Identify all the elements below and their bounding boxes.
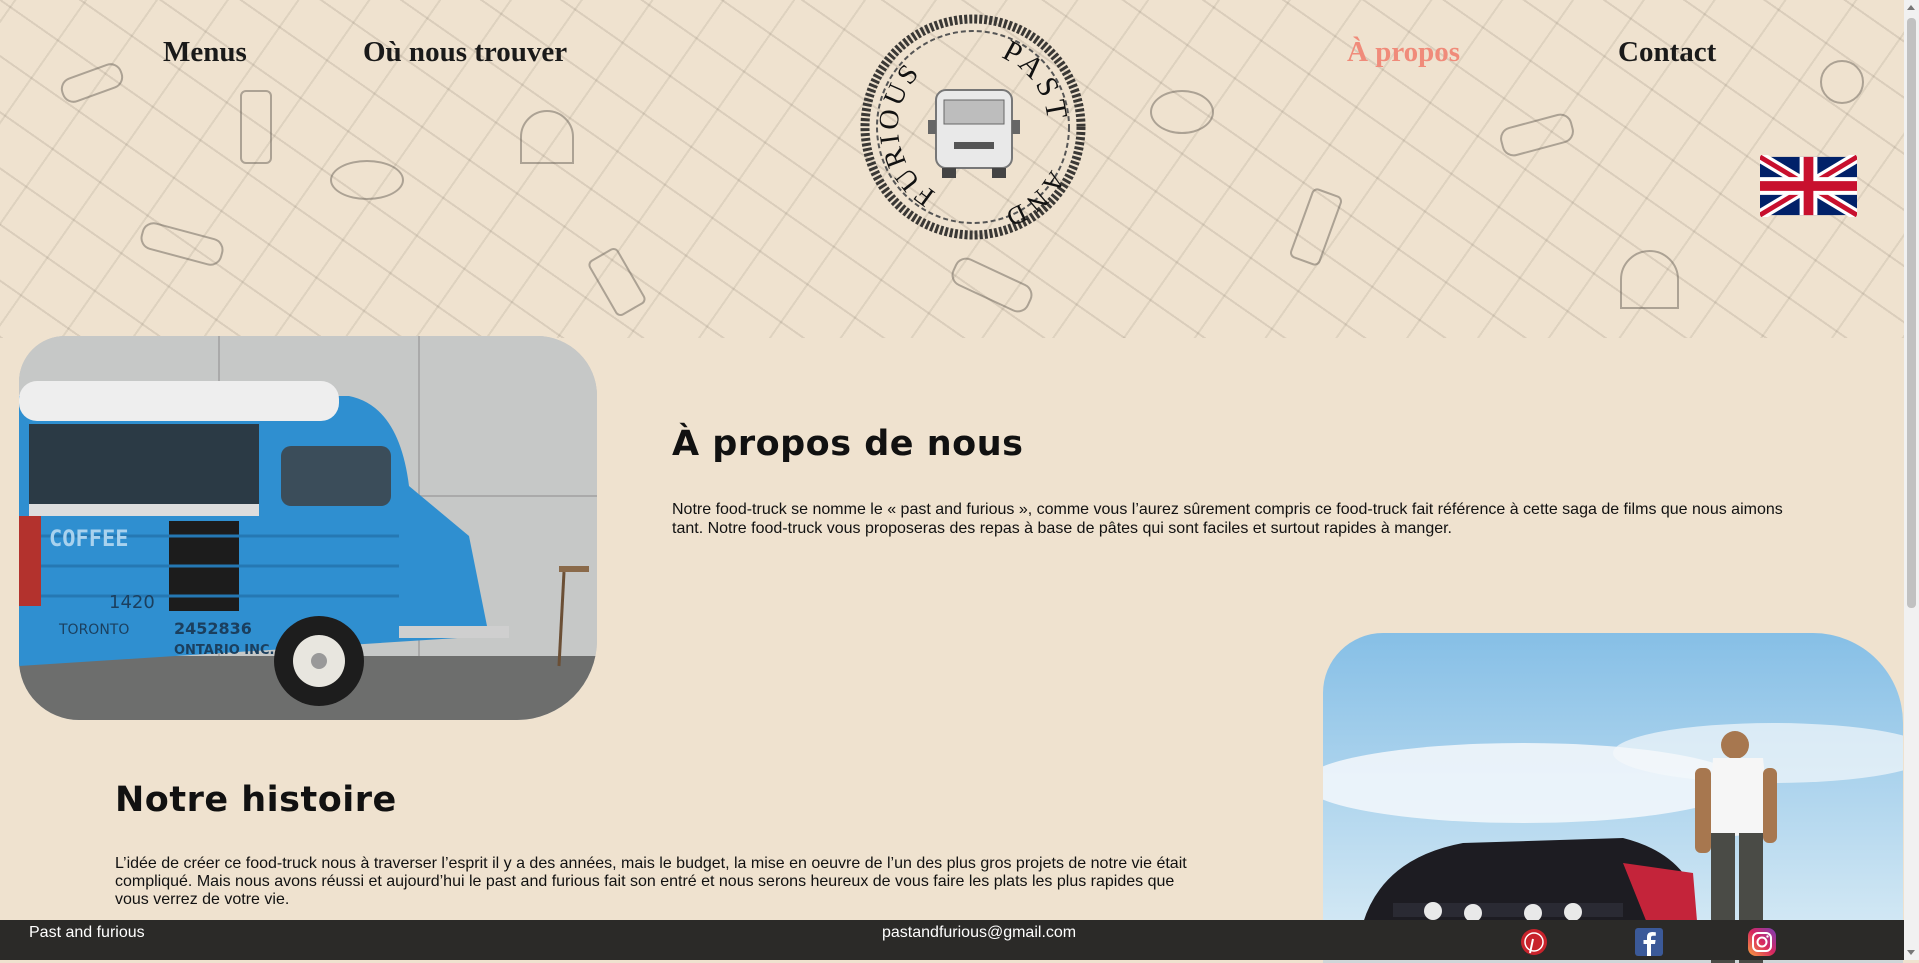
nav-contact[interactable]: Contact	[1618, 36, 1716, 69]
car-image	[1323, 633, 1903, 963]
nav-menus[interactable]: Menus	[163, 36, 247, 69]
truck-front-icon	[928, 89, 1020, 178]
pasta-doodle	[1288, 186, 1344, 268]
pasta-doodle	[586, 245, 648, 319]
pinterest-icon[interactable]	[1519, 927, 1549, 957]
nav-find-us[interactable]: Où nous trouver	[363, 36, 567, 69]
site-logo[interactable]: PAST FURIOUS AND	[858, 12, 1088, 242]
scroll-thumb[interactable]	[1907, 18, 1916, 608]
scroll-up-icon[interactable]	[1907, 5, 1915, 10]
svg-text:AND: AND	[999, 166, 1071, 234]
instagram-icon[interactable]	[1747, 927, 1777, 957]
pasta-doodle	[240, 90, 272, 164]
truck-region: ONTARIO INC.	[174, 643, 274, 658]
pasta-doodle	[1150, 90, 1214, 134]
pasta-doodle	[1620, 250, 1679, 309]
footer-brand: Past and furious	[29, 924, 145, 941]
truck-number: 1420	[109, 592, 155, 613]
uk-flag-icon[interactable]	[1760, 155, 1857, 217]
truck-phone: 2452836	[174, 619, 252, 638]
history-text: L’idée de créer ce food-truck nous à tra…	[115, 855, 1187, 908]
pasta-doodle	[1820, 60, 1864, 104]
footer-email-link[interactable]: pastandfurious@gmail.com	[882, 924, 1076, 942]
nav-about[interactable]: À propos	[1347, 36, 1460, 69]
facebook-icon[interactable]	[1634, 927, 1664, 957]
pasta-doodle	[947, 253, 1037, 317]
truck-side-text: COFFEE	[49, 527, 128, 552]
food-truck-image: COFFEE 1420 TORONTO 2452836 ONTARIO INC.	[19, 336, 597, 720]
pasta-doodle	[330, 160, 404, 200]
scroll-down-icon[interactable]	[1907, 950, 1915, 955]
pasta-doodle	[137, 219, 227, 269]
history-title: Notre histoire	[115, 780, 397, 820]
pasta-doodle	[520, 110, 574, 164]
site-header: Menus Où nous trouver À propos Contact P…	[0, 0, 1904, 338]
site-footer: Past and furious pastandfurious@gmail.co…	[0, 920, 1904, 960]
about-text: Notre food-truck se nomme le « past and …	[672, 501, 1783, 537]
truck-city: TORONTO	[58, 622, 129, 638]
vertical-scrollbar[interactable]	[1904, 0, 1919, 960]
pasta-doodle	[57, 59, 127, 107]
pasta-doodle	[1497, 110, 1577, 160]
about-title: À propos de nous	[672, 424, 1024, 464]
logo-word-bottom: AND	[999, 166, 1067, 234]
